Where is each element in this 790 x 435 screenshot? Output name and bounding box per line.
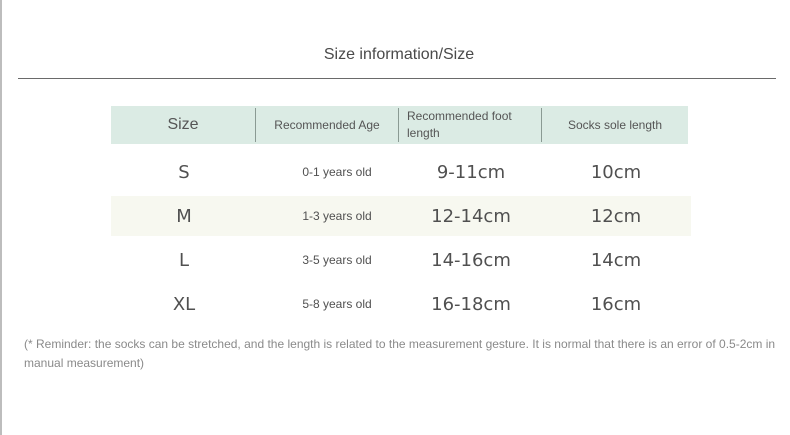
sole-length-cell: 16cm [590, 293, 642, 315]
foot-length-cell: 16-18cm [431, 293, 511, 315]
page-title: Size information/Size [323, 46, 475, 63]
table-header: Size Recommended Age Recommended foot le… [111, 106, 688, 144]
header-recommended-foot-length: Recommended foot length [407, 109, 512, 140]
age-cell: 0-1 years old [302, 165, 372, 179]
foot-length-cell: 12-14cm [431, 205, 511, 227]
table-row: M 1-3 years old 12-14cm 12cm [111, 196, 691, 236]
sole-length-cell: 14cm [590, 249, 642, 271]
age-cell: 3-5 years old [302, 253, 372, 267]
header-separator [398, 108, 399, 142]
title-divider [18, 78, 776, 79]
header-recommended-age: Recommended Age [274, 118, 380, 132]
age-cell: 1-3 years old [302, 209, 372, 223]
table-row: XL 5-8 years old 16-18cm 16cm [111, 284, 691, 324]
header-size: Size [167, 116, 199, 133]
size-cell: XL [172, 293, 196, 315]
table-row: L 3-5 years old 14-16cm 14cm [111, 240, 691, 280]
age-cell: 5-8 years old [302, 297, 372, 311]
table-row: S 0-1 years old 9-11cm 10cm [111, 152, 691, 192]
sole-length-cell: 12cm [590, 205, 642, 227]
left-border [0, 0, 2, 435]
foot-length-cell: 14-16cm [431, 249, 511, 271]
foot-length-cell: 9-11cm [436, 161, 506, 183]
size-cell: S [178, 161, 190, 183]
sole-length-cell: 10cm [590, 161, 642, 183]
size-cell: L [178, 249, 190, 271]
measurement-reminder-note: (* Reminder: the socks can be stretched,… [24, 337, 776, 370]
header-socks-sole-length: Socks sole length [567, 118, 663, 132]
size-cell: M [176, 205, 192, 227]
